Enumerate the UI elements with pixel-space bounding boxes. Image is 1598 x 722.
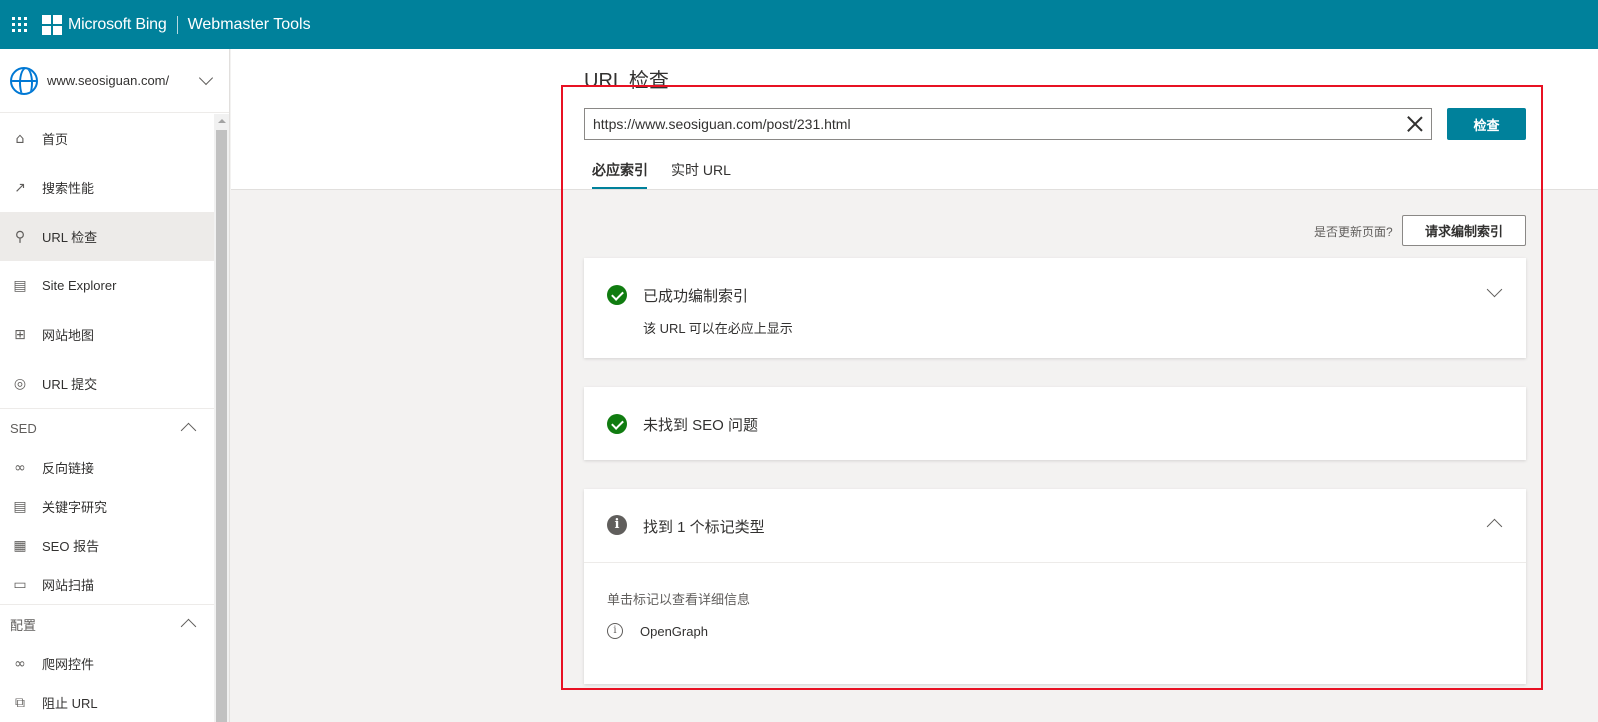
brand-divider (176, 15, 178, 34)
trend-icon: ↗ (14, 179, 26, 196)
scroll-up-arrow-icon[interactable] (214, 114, 229, 128)
site-name: www.seosiguan.com/ (47, 73, 170, 88)
sidebar-item-label: 反向链接 (42, 461, 95, 476)
sidebar-item-seo-reports[interactable]: ▦ SEO 报告 (0, 526, 214, 565)
section-title: SED (10, 421, 37, 436)
success-check-icon (607, 414, 627, 434)
tab-live-url[interactable]: 实时 URL (671, 160, 731, 180)
sidebar-item-label: SEO 报告 (42, 539, 100, 554)
markup-item-opengraph[interactable]: i OpenGraph (607, 623, 708, 639)
sidebar-item-search-performance[interactable]: ↗ 搜索性能 (0, 163, 214, 212)
request-indexing-button[interactable]: 请求编制索引 (1402, 215, 1526, 246)
seo-issues-card[interactable]: 未找到 SEO 问题 (584, 387, 1526, 460)
sidebar-item-sitemaps[interactable]: ⊞ 网站地图 (0, 310, 214, 359)
update-prompt-label: 是否更新页面? (1314, 225, 1393, 239)
link-icon: ∞ (14, 655, 26, 672)
product-name[interactable]: Webmaster Tools (188, 16, 311, 34)
sidebar-item-block-urls[interactable]: ⧉ 阻止 URL (0, 683, 214, 722)
sidebar-section-configuration[interactable]: 配置 (0, 604, 214, 644)
inspect-button[interactable]: 检查 (1447, 108, 1526, 140)
sidebar-item-site-explorer[interactable]: ▤ Site Explorer (0, 261, 214, 310)
sidebar-item-label: 爬网控件 (42, 657, 95, 672)
home-icon: ⌂ (15, 130, 25, 147)
chevron-down-icon[interactable] (198, 70, 214, 86)
markup-types-card[interactable]: i 找到 1 个标记类型 单击标记以查看详细信息 i OpenGraph (584, 489, 1526, 684)
page-title: URL 检查 (584, 70, 669, 92)
sidebar-item-label: 网站扫描 (42, 578, 95, 593)
sidebar-nav: ⌂ 首页 ↗ 搜索性能 ⚲ URL 检查 ▤ Site Explorer ⊞ 网… (0, 114, 214, 722)
sidebar-item-site-scan[interactable]: ▭ 网站扫描 (0, 565, 214, 604)
chevron-up-icon[interactable] (180, 618, 197, 635)
success-check-icon (607, 285, 627, 305)
card-subtitle: 该 URL 可以在必应上显示 (643, 321, 793, 336)
sidebar-item-backlinks[interactable]: ∞ 反向链接 (0, 448, 214, 487)
indexed-status-card[interactable]: 已成功编制索引 该 URL 可以在必应上显示 (584, 258, 1526, 358)
top-bar: Microsoft Bing Webmaster Tools (0, 0, 1598, 49)
report-icon: ▦ (13, 537, 27, 554)
sidebar: www.seosiguan.com/ ⌂ 首页 ↗ 搜索性能 ⚲ URL 检查 … (0, 49, 230, 722)
chevron-down-icon[interactable] (1486, 281, 1503, 298)
card-title: 已成功编制索引 (643, 288, 749, 305)
sidebar-item-label: 阻止 URL (42, 696, 98, 711)
sidebar-section-sed[interactable]: SED (0, 408, 214, 448)
sidebar-item-crawl-control[interactable]: ∞ 爬网控件 (0, 644, 214, 683)
link-icon: ∞ (14, 459, 26, 476)
sidebar-scrollbar[interactable] (214, 114, 229, 722)
scan-icon: ▭ (13, 576, 27, 593)
sidebar-item-label: 搜索性能 (42, 181, 95, 196)
sidebar-item-url-inspection[interactable]: ⚲ URL 检查 (0, 212, 214, 261)
sidebar-item-label: Site Explorer (42, 278, 117, 293)
globe-icon (10, 66, 38, 95)
sidebar-item-home[interactable]: ⌂ 首页 (0, 114, 214, 163)
sidebar-item-url-submission[interactable]: ◎ URL 提交 (0, 359, 214, 408)
url-input-value: https://www.seosiguan.com/post/231.html (593, 116, 851, 132)
site-selector[interactable]: www.seosiguan.com/ (0, 49, 229, 113)
sitemap-icon: ⊞ (14, 326, 26, 343)
card-divider (584, 562, 1526, 563)
sidebar-item-label: 首页 (42, 132, 69, 147)
chevron-up-icon[interactable] (1486, 518, 1503, 535)
brand-name[interactable]: Microsoft Bing (68, 16, 167, 34)
info-outline-icon: i (607, 623, 623, 639)
clear-icon[interactable] (1407, 116, 1423, 132)
tab-bing-index[interactable]: 必应索引 (592, 160, 648, 180)
sidebar-item-label: URL 提交 (42, 377, 98, 392)
globe-icon: ◎ (13, 375, 27, 392)
markup-item-label: OpenGraph (640, 623, 708, 639)
scroll-thumb[interactable] (216, 130, 227, 722)
chevron-up-icon[interactable] (180, 422, 197, 439)
section-title: 配置 (10, 618, 37, 633)
sidebar-item-label: 网站地图 (42, 328, 95, 343)
info-icon: i (607, 515, 627, 535)
active-tab-indicator (592, 187, 647, 189)
markup-hint: 单击标记以查看详细信息 (607, 592, 751, 607)
sidebar-item-label: URL 检查 (42, 230, 98, 245)
url-input[interactable]: https://www.seosiguan.com/post/231.html (584, 108, 1432, 140)
search-icon: ⚲ (14, 228, 26, 245)
card-title: 未找到 SEO 问题 (643, 417, 759, 434)
microsoft-logo-icon (42, 14, 62, 35)
document-icon: ▤ (13, 498, 27, 515)
block-icon: ⧉ (15, 694, 25, 711)
sidebar-item-keyword-research[interactable]: ▤ 关键字研究 (0, 487, 214, 526)
app-launcher-icon[interactable] (0, 0, 38, 49)
sidebar-item-label: 关键字研究 (42, 500, 108, 515)
document-icon: ▤ (13, 277, 27, 294)
card-title: 找到 1 个标记类型 (643, 519, 765, 536)
